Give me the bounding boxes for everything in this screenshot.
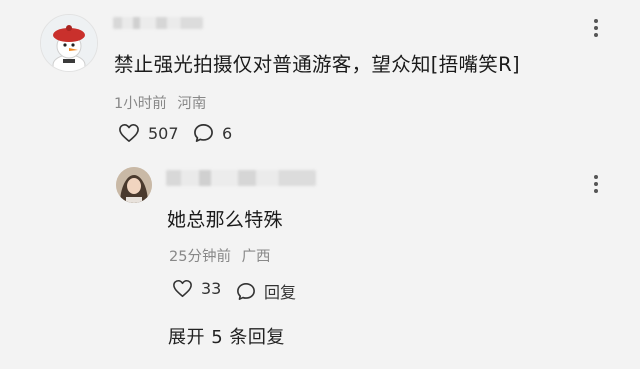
reply-text: 她总那么特殊 xyxy=(167,209,283,231)
heart-outline-icon xyxy=(173,279,192,298)
replier-avatar[interactable] xyxy=(116,167,152,203)
vertical-ellipsis-icon xyxy=(594,19,598,37)
comment-location: 河南 xyxy=(177,96,207,112)
heart-outline-icon xyxy=(119,124,139,142)
comment-more-button[interactable] xyxy=(586,12,606,42)
reply-location: 广西 xyxy=(241,249,271,265)
commenter-avatar[interactable] xyxy=(40,14,98,72)
vertical-ellipsis-icon xyxy=(594,175,598,193)
speech-bubble-icon xyxy=(194,124,213,142)
comment-time: 1小时前 xyxy=(114,96,167,112)
comment-like-button[interactable]: 507 xyxy=(118,123,179,143)
expand-replies-link[interactable]: 展开 5 条回复 xyxy=(168,323,285,349)
reply-like-count: 33 xyxy=(201,279,222,298)
reply-more-button[interactable] xyxy=(586,168,606,198)
comment-reply-count: 6 xyxy=(222,123,233,143)
comment-meta: 1小时前 河南 xyxy=(114,92,206,113)
speech-bubble-icon xyxy=(237,282,255,300)
reply-reply-button[interactable]: 回复 xyxy=(236,279,296,303)
reply-reply-label: 回复 xyxy=(264,283,297,302)
reply-time: 25分钟前 xyxy=(169,249,231,265)
commenter-name-blurred[interactable] xyxy=(113,17,203,29)
reply-meta: 25分钟前 广西 xyxy=(169,245,271,266)
comment-reply-count-button[interactable]: 6 xyxy=(193,123,232,143)
comment-text: 禁止强光拍摄仅对普通游客，望众知[捂嘴笑R] xyxy=(114,53,520,76)
reply-like-button[interactable]: 33 xyxy=(172,279,221,298)
replier-name-blurred[interactable] xyxy=(166,170,316,186)
comment-like-count: 507 xyxy=(148,123,179,143)
